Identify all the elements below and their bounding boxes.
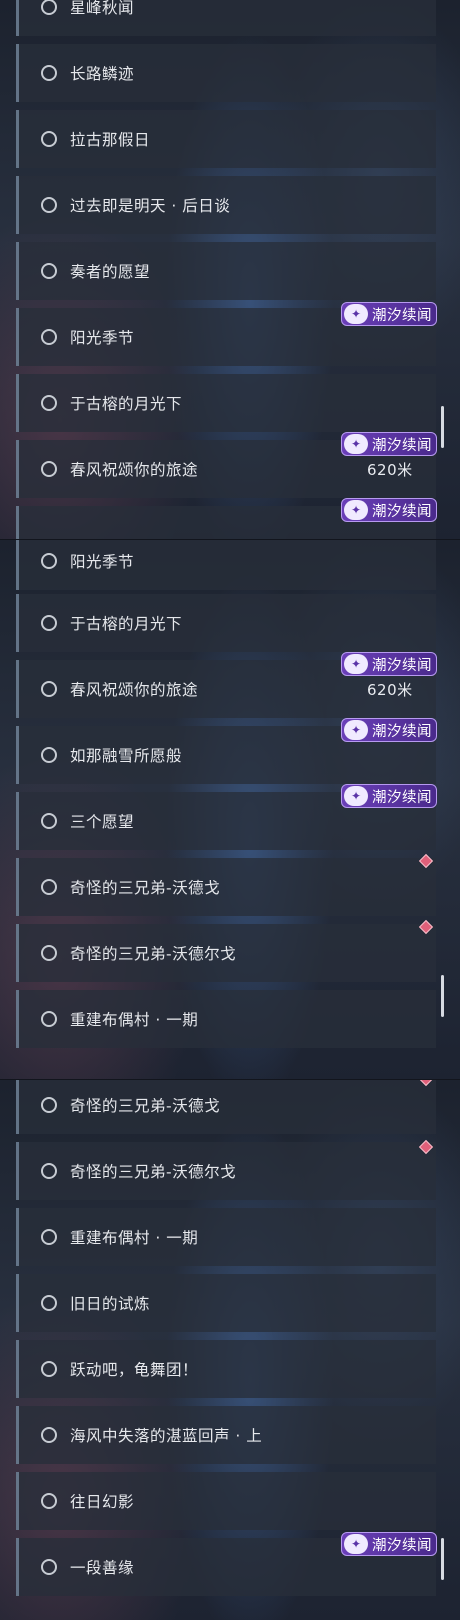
circle-icon	[41, 461, 57, 477]
tide-event-badge: ✦ 潮汐续闻	[341, 718, 437, 742]
quest-title: 重建布偶村 · 一期	[70, 1011, 199, 1029]
quest-row[interactable]: 跃动吧，龟舞团！	[16, 1340, 436, 1398]
quest-title: 跃动吧，龟舞团！	[70, 1361, 199, 1379]
quest-row[interactable]: 重建布偶村 · 一期	[16, 1208, 436, 1266]
tide-logo-icon: ✦	[344, 720, 368, 740]
circle-icon	[41, 329, 57, 345]
quest-list-panel-3: 奇怪的三兄弟-沃德戈 奇怪的三兄弟-沃德尔戈 重建布偶村 · 一期 旧日的试炼 …	[0, 1080, 460, 1620]
quest-row[interactable]: 奏者的愿望	[16, 242, 436, 300]
circle-icon	[41, 1163, 57, 1179]
quest-row[interactable]: 长路鳞迹	[16, 44, 436, 102]
circle-icon	[41, 263, 57, 279]
quest-row[interactable]: 奇怪的三兄弟-沃德尔戈	[16, 1142, 436, 1200]
distance-label: 620米	[367, 681, 413, 699]
quest-title: 阳光季节	[70, 553, 135, 571]
circle-icon	[41, 395, 57, 411]
circle-icon	[41, 0, 57, 15]
quest-row[interactable]: 往日幻影	[16, 1472, 436, 1530]
quest-row[interactable]: 旧日的试炼	[16, 1274, 436, 1332]
scrollbar-thumb[interactable]	[441, 975, 444, 1017]
quest-row[interactable]: 海风中失落的湛蓝回声 · 上	[16, 1406, 436, 1464]
scrollbar-thumb[interactable]	[441, 1538, 444, 1580]
scrollbar-thumb[interactable]	[441, 406, 444, 448]
quest-row[interactable]: 奇怪的三兄弟-沃德戈	[16, 858, 436, 916]
tide-event-badge: ✦ 潮汐续闻	[341, 432, 437, 456]
quest-title: 奇怪的三兄弟-沃德戈	[70, 1097, 221, 1115]
quest-row[interactable]: 过去即是明天 · 后日谈	[16, 176, 436, 234]
circle-icon	[41, 879, 57, 895]
circle-icon	[41, 945, 57, 961]
circle-icon	[41, 615, 57, 631]
tide-event-badge: ✦ 潮汐续闻	[341, 784, 437, 808]
badge-label: 潮汐续闻	[372, 657, 432, 674]
quest-row[interactable]: 奇怪的三兄弟-沃德戈	[16, 1080, 436, 1134]
quest-row[interactable]: 奇怪的三兄弟-沃德尔戈	[16, 924, 436, 982]
quest-title: 长路鳞迹	[70, 65, 135, 83]
badge-label: 潮汐续闻	[372, 723, 432, 740]
quest-title: 海风中失落的湛蓝回声 · 上	[70, 1427, 263, 1445]
tide-event-badge: ✦ 潮汐续闻	[341, 1532, 437, 1556]
circle-icon	[41, 131, 57, 147]
quest-title: 重建布偶村 · 一期	[70, 1229, 199, 1247]
circle-icon	[41, 1011, 57, 1027]
circle-icon	[41, 813, 57, 829]
circle-icon	[41, 197, 57, 213]
tide-logo-icon: ✦	[344, 500, 368, 520]
tide-logo-icon: ✦	[344, 786, 368, 806]
circle-icon	[41, 1097, 57, 1113]
quest-row[interactable]: 星峰秋闻	[16, 0, 436, 36]
quest-title: 往日幻影	[70, 1493, 135, 1511]
quest-title: 春风祝颂你的旅途	[70, 461, 199, 479]
quest-title: 旧日的试炼	[70, 1295, 151, 1313]
distance-label: 620米	[367, 461, 413, 479]
tide-logo-icon: ✦	[344, 1534, 368, 1554]
tide-logo-icon: ✦	[344, 654, 368, 674]
quest-title: 阳光季节	[70, 329, 135, 347]
tide-logo-icon: ✦	[344, 434, 368, 454]
quest-title: 于古榕的月光下	[70, 395, 183, 413]
circle-icon	[41, 681, 57, 697]
badge-label: 潮汐续闻	[372, 437, 432, 454]
tide-logo-icon: ✦	[344, 304, 368, 324]
quest-row[interactable]: 拉古那假日	[16, 110, 436, 168]
circle-icon	[41, 747, 57, 763]
tide-event-badge: ✦ 潮汐续闻	[341, 498, 437, 522]
badge-label: 潮汐续闻	[372, 1537, 432, 1554]
quest-title: 星峰秋闻	[70, 0, 135, 17]
quest-title: 奏者的愿望	[70, 263, 151, 281]
quest-row[interactable]: 于古榕的月光下	[16, 374, 436, 432]
quest-title: 奇怪的三兄弟-沃德尔戈	[70, 1163, 237, 1181]
quest-title: 奇怪的三兄弟-沃德戈	[70, 879, 221, 897]
badge-label: 潮汐续闻	[372, 307, 432, 324]
badge-label: 潮汐续闻	[372, 503, 432, 520]
circle-icon	[41, 1559, 57, 1575]
badge-label: 潮汐续闻	[372, 789, 432, 806]
quest-title: 春风祝颂你的旅途	[70, 681, 199, 699]
circle-icon	[41, 1493, 57, 1509]
tide-event-badge: ✦ 潮汐续闻	[341, 652, 437, 676]
quest-title: 一段善缘	[70, 1559, 135, 1577]
quest-list-panel-2: 阳光季节 于古榕的月光下 春风祝颂你的旅途 如那融雪所愿般 三个愿望 奇怪的三兄…	[0, 540, 460, 1080]
circle-icon	[41, 1229, 57, 1245]
circle-icon	[41, 553, 57, 569]
quest-title: 过去即是明天 · 后日谈	[70, 197, 231, 215]
quest-title: 拉古那假日	[70, 131, 151, 149]
quest-row[interactable]: 于古榕的月光下	[16, 594, 436, 652]
tide-event-badge: ✦ 潮汐续闻	[341, 302, 437, 326]
quest-list-panel-1: 星峰秋闻 长路鳞迹 拉古那假日 过去即是明天 · 后日谈 奏者的愿望 阳光季节 …	[0, 0, 460, 540]
quest-row[interactable]: 阳光季节	[16, 540, 436, 590]
circle-icon	[41, 1361, 57, 1377]
circle-icon	[41, 65, 57, 81]
quest-row[interactable]: 重建布偶村 · 一期	[16, 990, 436, 1048]
quest-title: 于古榕的月光下	[70, 615, 183, 633]
circle-icon	[41, 1427, 57, 1443]
quest-title: 奇怪的三兄弟-沃德尔戈	[70, 945, 237, 963]
quest-title: 三个愿望	[70, 813, 135, 831]
quest-title: 如那融雪所愿般	[70, 747, 183, 765]
circle-icon	[41, 1295, 57, 1311]
